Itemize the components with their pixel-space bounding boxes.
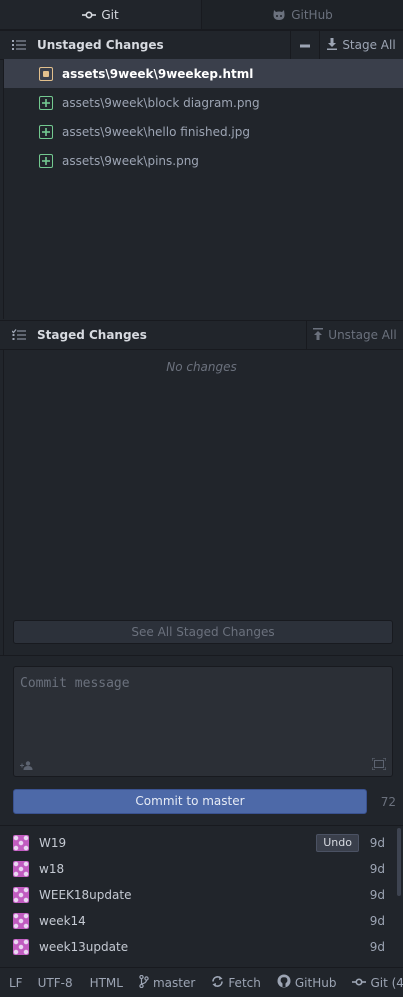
- commit-message: week14: [39, 914, 86, 928]
- github-label: GitHub: [294, 975, 337, 990]
- encoding-selector[interactable]: UTF-8: [38, 976, 73, 990]
- avatar: [13, 835, 29, 851]
- recent-commits-scrollbar[interactable]: [397, 828, 401, 896]
- avatar: [13, 939, 29, 955]
- commit-age: 9d: [369, 862, 385, 876]
- git-label: Git (4): [370, 975, 403, 990]
- divider: [0, 825, 403, 826]
- file-path: assets\9week\pins.png: [62, 153, 199, 168]
- commit-message-input[interactable]: [14, 667, 392, 757]
- list-unordered-icon: [12, 39, 28, 51]
- file-path: assets\9week\9weekep.html: [62, 66, 254, 81]
- github-status-button[interactable]: GitHub: [277, 974, 337, 991]
- staged-changes-title: Staged Changes: [37, 328, 147, 342]
- tab-git[interactable]: Git: [0, 0, 201, 29]
- unstage-all-button[interactable]: Unstage All: [306, 320, 403, 350]
- commit-to-master-button[interactable]: Commit to master: [13, 789, 367, 814]
- commit-age: 9d: [369, 836, 385, 850]
- diff-added-icon: [39, 153, 53, 168]
- stage-all-button[interactable]: Stage All: [319, 30, 403, 60]
- branch-name: master: [152, 975, 196, 990]
- branch-selector[interactable]: master: [139, 974, 196, 991]
- fetch-button[interactable]: Fetch: [211, 975, 261, 991]
- commit-message: week13update: [39, 940, 129, 954]
- commit-age: 9d: [369, 914, 385, 928]
- unstaged-file-row[interactable]: assets\9week\hello finished.jpg: [4, 117, 403, 146]
- avatar: [13, 913, 29, 929]
- unstaged-changes-header: Unstaged Changes Stage All: [0, 30, 403, 60]
- commit-message-box: [13, 666, 393, 777]
- commit-age: 9d: [369, 940, 385, 954]
- panel-left-border: [3, 350, 4, 655]
- collapse-unstaged-button[interactable]: [290, 30, 319, 60]
- tab-github-label: GitHub: [291, 7, 333, 22]
- staged-changes-header: Staged Changes Unstage All: [0, 320, 403, 350]
- mark-github-icon: [277, 974, 291, 991]
- tab-github[interactable]: GitHub: [201, 0, 403, 29]
- tab-git-label: Git: [101, 7, 119, 22]
- recent-commits-list: W19 Undo 9d w18 9d WEEK18update 9d week1…: [0, 830, 395, 960]
- file-path: assets\9week\block diagram.png: [62, 95, 260, 110]
- divider: [0, 655, 403, 656]
- git-branch-icon: [139, 974, 149, 991]
- sync-icon: [211, 975, 224, 991]
- commit-message: w18: [39, 862, 65, 876]
- unstaged-changes-title: Unstaged Changes: [37, 38, 164, 52]
- see-all-staged-button[interactable]: See All Staged Changes: [13, 620, 393, 644]
- unstaged-file-list: assets\9week\9weekep.html assets\9week\b…: [4, 59, 403, 175]
- no-changes-text: No changes: [166, 360, 237, 374]
- unstaged-file-row[interactable]: assets\9week\block diagram.png: [4, 88, 403, 117]
- diff-added-icon: [39, 124, 53, 139]
- move-down-icon: [327, 37, 338, 53]
- recent-commit-row[interactable]: WEEK18update 9d: [0, 882, 395, 908]
- undo-button[interactable]: Undo: [316, 834, 359, 852]
- expand-editor-icon[interactable]: [371, 757, 387, 771]
- dash-icon: [300, 38, 310, 52]
- recent-commit-row[interactable]: week13update 9d: [0, 934, 395, 960]
- recent-commit-row[interactable]: W19 Undo 9d: [0, 830, 395, 856]
- status-bar: LF UTF-8 HTML master Fetch GitHub Git (4…: [0, 967, 403, 997]
- recent-commit-row[interactable]: w18 9d: [0, 856, 395, 882]
- unstage-all-label: Unstage All: [328, 328, 397, 342]
- unstaged-file-row[interactable]: assets\9week\pins.png: [4, 146, 403, 175]
- recent-commit-row[interactable]: week14 9d: [0, 908, 395, 934]
- file-path: assets\9week\hello finished.jpg: [62, 124, 250, 139]
- line-ending-selector[interactable]: LF: [9, 976, 23, 990]
- stage-all-label: Stage All: [342, 38, 396, 52]
- move-up-icon: [313, 327, 324, 343]
- git-commit-icon: [352, 976, 367, 990]
- avatar: [13, 887, 29, 903]
- diff-added-icon: [39, 95, 53, 110]
- git-commit-icon: [82, 10, 97, 20]
- diff-modified-icon: [39, 66, 53, 81]
- remaining-chars-count: 72: [380, 795, 396, 809]
- add-coauthor-icon[interactable]: [19, 759, 35, 771]
- grammar-selector[interactable]: HTML: [90, 976, 123, 990]
- git-status-button[interactable]: Git (4): [352, 976, 403, 990]
- unstaged-file-row[interactable]: assets\9week\9weekep.html: [4, 59, 403, 88]
- panel-tabs: Git GitHub: [0, 0, 403, 30]
- commit-age: 9d: [369, 888, 385, 902]
- fetch-label: Fetch: [228, 975, 261, 990]
- avatar: [13, 861, 29, 877]
- commit-message: W19: [39, 836, 67, 850]
- tasklist-icon: [12, 329, 28, 341]
- octoface-icon: [272, 9, 286, 21]
- commit-message: WEEK18update: [39, 888, 132, 902]
